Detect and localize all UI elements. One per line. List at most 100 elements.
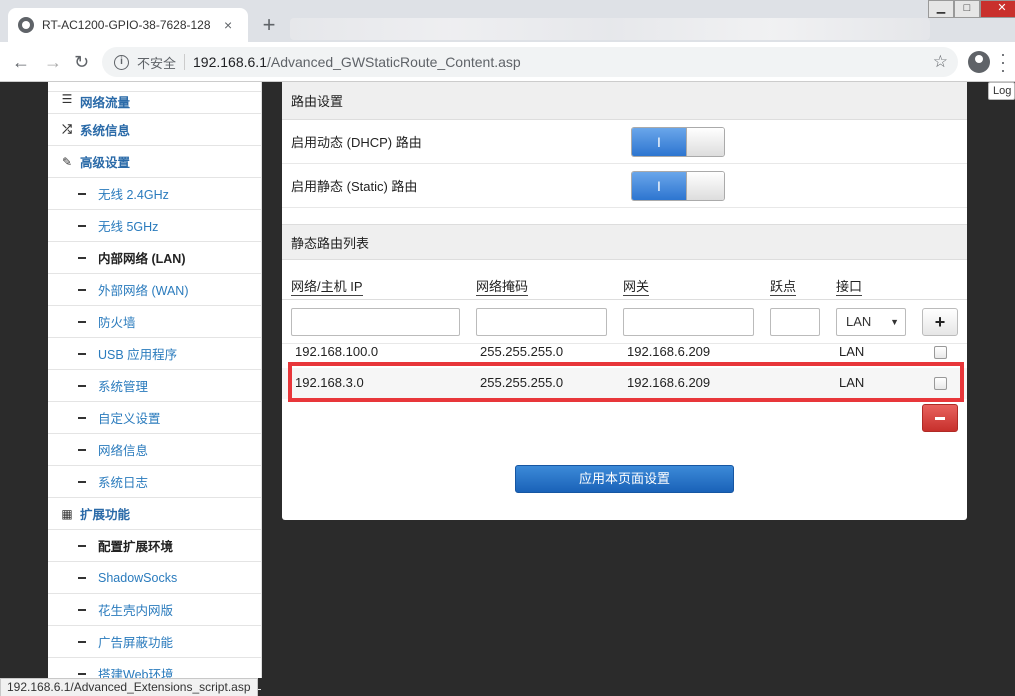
sidebar-item-label: 配置扩展环境: [98, 540, 174, 554]
route-select-checkbox[interactable]: [934, 346, 947, 359]
sidebar-item[interactable]: USB 应用程序: [48, 338, 261, 370]
static-route-row: 启用静态 (Static) 路由 I: [282, 164, 967, 208]
sidebar-item-label: 内部网络 (LAN): [98, 252, 186, 266]
toggle-off-segment: [686, 172, 724, 200]
dash-icon: [78, 640, 86, 643]
dhcp-route-toggle[interactable]: I: [631, 127, 725, 157]
dash-icon: [78, 608, 86, 611]
minimize-button[interactable]: ▁: [928, 0, 954, 18]
blurred-bookmarks: [290, 18, 930, 40]
table-row: 192.168.100.0 255.255.255.0 192.168.6.20…: [282, 337, 967, 368]
route-ip: 192.168.100.0: [295, 344, 379, 359]
sidebar-item[interactable]: ⤮ 系统信息: [48, 114, 261, 146]
sidebar-item[interactable]: 花生壳内网版: [48, 594, 261, 626]
dash-icon: [78, 384, 86, 387]
sidebar-item-label: 高级设置: [80, 156, 131, 170]
close-window-button[interactable]: ✕: [980, 0, 1015, 18]
sidebar-item[interactable]: 广告屏蔽功能: [48, 626, 261, 658]
bookmark-star-icon[interactable]: ☆: [933, 52, 948, 72]
info-icon[interactable]: i: [114, 54, 129, 70]
netmask-input[interactable]: [476, 308, 607, 336]
interface-select-value: LAN: [846, 314, 872, 329]
dash-icon: [78, 672, 86, 675]
sidebar-item-label: 系统日志: [98, 476, 149, 490]
sidebar-item-label: 网络流量: [80, 96, 131, 110]
static-route-list-header: 静态路由列表: [282, 224, 967, 260]
sidebar-item[interactable]: 外部网络 (WAN): [48, 274, 261, 306]
apply-settings-button[interactable]: 应用本页面设置: [515, 465, 734, 493]
sidebar-item-label: 无线 2.4GHz: [98, 188, 169, 202]
metric-input[interactable]: [770, 308, 820, 336]
route-select-checkbox[interactable]: [934, 377, 947, 390]
globe-icon: [18, 17, 34, 33]
route-gateway: 192.168.6.209: [627, 344, 711, 359]
route-interface: LAN: [839, 375, 865, 390]
sidebar-item-label: USB 应用程序: [98, 348, 178, 362]
address-bar: ← → ↻ i 不安全 192.168.6.1 /Advanced_GWStat…: [0, 42, 1015, 82]
dash-icon: [78, 416, 86, 419]
col-netmask: 网络掩码: [476, 276, 529, 296]
routing-settings-header: 路由设置: [282, 82, 967, 120]
delete-route-button[interactable]: [922, 404, 958, 432]
sidebar-item[interactable]: 无线 5GHz: [48, 210, 261, 242]
sidebar-item[interactable]: 配置扩展环境: [48, 530, 261, 562]
grid-icon: ▦: [61, 506, 73, 521]
forward-arrow-icon[interactable]: →: [44, 52, 62, 73]
sidebar-item[interactable]: 自定义设置: [48, 402, 261, 434]
new-tab-button[interactable]: +: [256, 13, 282, 39]
sidebar-item[interactable]: ☰ 网络流量: [48, 92, 261, 114]
dash-icon: [78, 224, 86, 227]
sidebar-item[interactable]: 无线 2.4GHz: [48, 178, 261, 210]
add-route-button[interactable]: +: [922, 308, 958, 336]
back-arrow-icon[interactable]: ←: [12, 52, 30, 73]
account-icon[interactable]: [968, 51, 990, 73]
sidebar-item-label: 扩展功能: [80, 508, 131, 522]
shuffle-icon: ⤮: [62, 122, 72, 136]
static-route-toggle[interactable]: I: [631, 171, 725, 201]
sidebar-item[interactable]: 防火墙: [48, 306, 261, 338]
sidebar-item[interactable]: ✎ 高级设置: [48, 146, 261, 178]
sidebar-item[interactable]: ShadowSocks: [48, 562, 261, 594]
dhcp-route-row: 启用动态 (DHCP) 路由 I: [282, 120, 967, 164]
sidebar-item[interactable]: ▦ 扩展功能: [48, 498, 261, 530]
route-interface: LAN: [839, 344, 865, 359]
sidebar-item-label: 无线 5GHz: [98, 220, 159, 234]
route-table-header: 网络/主机 IP 网络掩码 网关 跃点 接口: [282, 268, 967, 300]
sidebar-item[interactable]: 内部网络 (LAN): [48, 242, 261, 274]
sidebar-item-label: 花生壳内网版: [98, 604, 174, 618]
route-gateway: 192.168.6.209: [627, 375, 711, 390]
sidebar-item[interactable]: 网络信息: [48, 434, 261, 466]
sidebar: ☰ 网络流量 ⤮ 系统信息 ✎ 高级设置无线 2.4GHz 无线 5GHz 内部网络 (LAN…: [48, 82, 262, 690]
tab-close-icon[interactable]: ×: [224, 17, 232, 33]
sidebar-item[interactable]: 系统管理: [48, 370, 261, 402]
sidebar-item[interactable]: 系统日志: [48, 466, 261, 498]
url-path: /Advanced_GWStaticRoute_Content.asp: [266, 54, 521, 70]
sidebar-item-label: 防火墙: [98, 316, 136, 330]
sidebar-item-label: 网络信息: [98, 444, 149, 458]
dash-icon: [78, 448, 86, 451]
url-host: 192.168.6.1: [193, 54, 267, 70]
divider: [184, 54, 186, 70]
browser-tab[interactable]: RT-AC1200-GPIO-38-7628-128 ×: [8, 8, 248, 42]
col-network-ip: 网络/主机 IP: [291, 276, 363, 296]
menu-dots-icon[interactable]: · · ·: [1000, 45, 1006, 79]
url-field[interactable]: i 不安全 192.168.6.1 /Advanced_GWStaticRout…: [102, 47, 958, 77]
dash-icon: [78, 192, 86, 195]
maximize-button[interactable]: □: [954, 0, 980, 18]
sidebar-item-label: 系统信息: [80, 124, 131, 138]
route-ip: 192.168.3.0: [295, 375, 364, 390]
gateway-input[interactable]: [623, 308, 754, 336]
interface-select[interactable]: LAN ▼: [836, 308, 906, 336]
reload-icon[interactable]: ↻: [74, 52, 89, 73]
caret-down-icon: ▼: [890, 317, 899, 327]
window-controls: ▁ □ ✕: [928, 0, 1015, 18]
logout-tab[interactable]: Log: [988, 82, 1015, 100]
dash-icon: [78, 544, 86, 547]
dash-icon: [78, 320, 86, 323]
toggle-on-segment: I: [632, 172, 686, 200]
browser-tab-bar: RT-AC1200-GPIO-38-7628-128 × + ▁ □ ✕: [0, 0, 1015, 42]
tab-title: RT-AC1200-GPIO-38-7628-128: [42, 18, 211, 32]
col-metric: 跃点: [770, 276, 797, 296]
page: ☰ 网络流量 ⤮ 系统信息 ✎ 高级设置无线 2.4GHz 无线 5GHz 内部网络 (LAN…: [0, 82, 1015, 696]
network-ip-input[interactable]: [291, 308, 460, 336]
